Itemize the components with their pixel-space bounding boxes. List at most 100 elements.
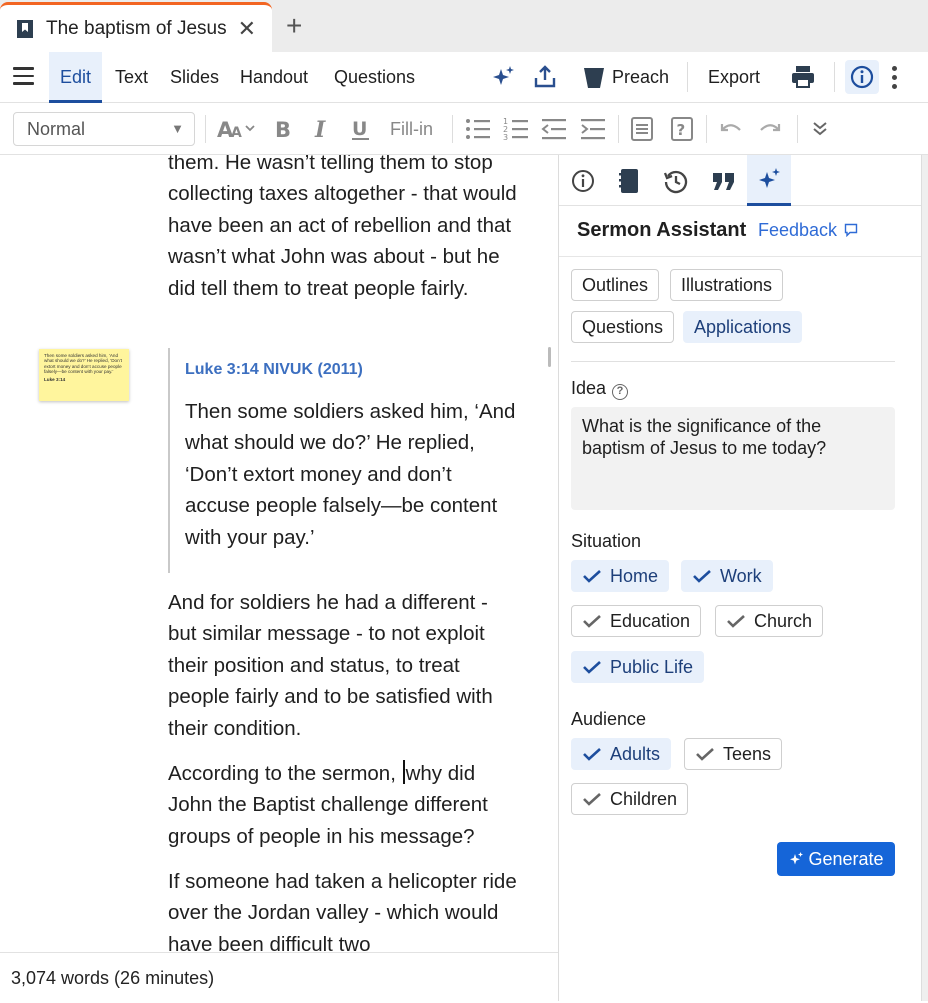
paragraph-style-select[interactable]: Normal ▼ [13,112,195,146]
chip-label: Work [720,566,762,586]
sticky-note[interactable]: Then some soldiers asked him, ‘And what … [39,349,129,401]
menu-handout[interactable]: Handout [240,52,308,103]
feedback-link[interactable]: Feedback [758,220,858,241]
toolbar-divider [618,115,619,143]
indent-icon[interactable] [580,116,606,142]
chip-label: Adults [610,744,661,764]
undo-icon[interactable] [718,116,744,142]
info-toggle-button[interactable] [845,60,879,94]
chip-outlines[interactable]: Outlines [571,269,660,301]
svg-text:B: B [275,118,291,142]
scripture-reference-link[interactable]: Luke 3:14 NIVUK (2011) [185,360,518,380]
redo-icon[interactable] [757,116,783,142]
panel-title: Sermon Assistant [577,219,747,241]
chip-label: Home [610,566,659,586]
chip-work[interactable]: Work [681,560,773,592]
tab-history[interactable] [654,155,698,206]
chip-label: Education [610,611,691,631]
outdent-icon[interactable] [541,116,567,142]
expand-toolbar-icon[interactable] [810,116,830,142]
chip-applications[interactable]: Applications [683,311,803,343]
chevron-down-icon: ▼ [171,121,184,136]
font-size-icon[interactable]: A A [216,116,260,142]
close-tab-icon[interactable]: ✕ [238,16,256,42]
word-count: 3,074 words (26 minutes) [11,968,215,988]
scripture-text: Then some soldiers asked him, ‘And what … [185,400,516,549]
sermon-doc-icon [17,19,33,38]
export-button[interactable]: Export [708,52,760,103]
numbered-list-icon[interactable]: 1 2 3 [503,116,529,142]
document-tab[interactable]: The baptism of Jesus ✕ [0,2,272,52]
hamburger-menu-icon[interactable] [13,67,34,85]
print-icon[interactable] [790,64,816,90]
panel-tabs [559,155,922,206]
paragraph[interactable]: If someone had taken a helicopter ride o… [168,866,518,952]
chip-education[interactable]: Education [571,605,702,637]
checkmark-icon [583,793,601,806]
chip-label: Teens [723,744,772,764]
section-divider [571,361,895,362]
chip-adults[interactable]: Adults [571,738,672,770]
svg-text:3: 3 [503,133,508,142]
chip-public-life[interactable]: Public Life [571,651,705,683]
underline-icon[interactable]: U [350,116,372,142]
tab-title: The baptism of Jesus [46,17,227,39]
menu-text[interactable]: Text [115,52,148,103]
chip-home[interactable]: Home [571,560,670,592]
menu-edit[interactable]: Edit [49,52,103,103]
panel-scrollbar[interactable] [921,155,928,1001]
italic-icon[interactable]: I [312,116,334,142]
checkmark-icon [583,748,601,761]
preach-button[interactable]: Preach [612,52,669,103]
feedback-icon [844,223,858,238]
checkmark-icon [727,615,745,628]
chip-teens[interactable]: Teens [684,738,783,770]
chip-church[interactable]: Church [715,605,824,637]
format-toolbar: Normal ▼ A A B I U Fill-in 1 2 3 ? [0,103,928,155]
sermon-assistant-panel: Sermon Assistant Feedback Outlines Illus… [559,155,922,1001]
svg-text:A: A [231,125,242,141]
share-icon[interactable] [532,64,558,90]
sparkle-icon[interactable] [490,64,516,90]
svg-text:I: I [314,117,326,142]
panel-header-divider [559,256,922,257]
bulleted-list-icon[interactable] [465,116,491,142]
generate-label: Generate [808,849,884,869]
chip-questions[interactable]: Questions [571,311,675,343]
tab-info[interactable] [561,155,605,206]
new-tab-button[interactable]: + [286,12,302,40]
document-editor[interactable]: them. He wasn’t telling them to stop col… [0,155,559,952]
feedback-label: Feedback [758,220,838,240]
help-icon[interactable]: ? [612,384,629,400]
chip-label: Public Life [610,657,694,677]
chip-illustrations[interactable]: Illustrations [670,269,784,301]
chip-children[interactable]: Children [571,783,689,815]
resize-handle[interactable] [548,347,551,367]
paragraph[interactable]: According to the sermon, why did John th… [168,758,518,852]
tab-notebook[interactable] [607,155,651,206]
idea-textarea[interactable]: What is the significance of the baptism … [571,407,895,510]
question-block-icon[interactable]: ? [670,116,694,142]
menu-questions[interactable]: Questions [334,52,415,103]
more-options-icon[interactable] [892,66,898,90]
sticky-note-ref: Luke 3:14 [44,376,66,382]
menu-slides[interactable]: Slides [170,52,219,103]
idea-label-text: Idea [571,378,607,398]
paragraph[interactable]: And for soldiers he had a different - bu… [168,587,518,744]
toolbar-divider [205,115,206,143]
history-icon [663,170,688,193]
tab-sermon-assistant[interactable] [747,155,791,206]
bold-icon[interactable]: B [273,116,295,142]
fill-in-button[interactable]: Fill-in [390,103,433,155]
sparkle-icon [759,168,780,188]
generate-button[interactable]: Generate [777,842,895,876]
situation-label: Situation [571,531,642,551]
tab-quotes[interactable] [702,155,746,206]
insert-block-icon[interactable] [630,116,654,142]
svg-text:?: ? [677,121,686,139]
paragraph[interactable]: them. He wasn’t telling them to stop col… [168,155,518,304]
pulpit-icon[interactable] [582,64,608,90]
chip-label: Church [754,611,813,631]
scripture-quote-block[interactable]: Luke 3:14 NIVUK (2011) Then some soldier… [168,348,518,573]
checkmark-icon [696,748,714,761]
